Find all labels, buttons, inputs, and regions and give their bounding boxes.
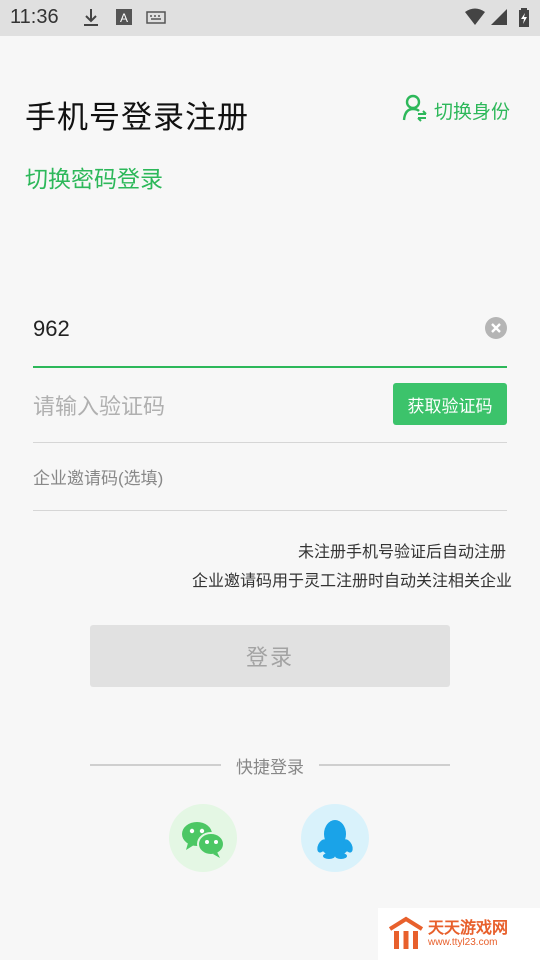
wifi-icon (464, 8, 486, 30)
auto-register-hint: 未注册手机号验证后自动注册 (297, 542, 506, 561)
watermark-logo-icon (388, 916, 424, 949)
phone-input[interactable] (33, 314, 453, 344)
status-time: 11:36 (10, 6, 59, 28)
page-title: 手机号登录注册 (25, 100, 249, 136)
wechat-login-button[interactable] (169, 804, 237, 872)
cell-signal-icon (490, 8, 508, 30)
battery-icon (518, 8, 530, 32)
quick-login-label: 快捷登录 (236, 758, 304, 778)
clear-input-button[interactable] (485, 317, 507, 339)
divider-right (319, 764, 450, 766)
keyboard-icon (146, 8, 166, 30)
close-icon (491, 323, 501, 333)
verification-code-field: 获取验证码 (33, 380, 507, 443)
qq-login-button[interactable] (301, 804, 369, 872)
status-bar: 11:36 A (0, 0, 540, 36)
verification-code-input[interactable] (33, 392, 373, 422)
divider-left (90, 764, 221, 766)
watermark-title: 天天游戏网 (428, 918, 509, 937)
invite-code-field (33, 450, 507, 511)
phone-field (33, 300, 507, 368)
login-button[interactable]: 登录 (90, 625, 450, 687)
switch-role-label: 切换身份 (434, 100, 511, 123)
download-icon (82, 8, 100, 32)
watermark: 天天游戏网 www.ttyl23.com (378, 908, 540, 960)
invite-code-input[interactable] (33, 466, 493, 492)
password-login-link[interactable]: 切换密码登录 (25, 160, 163, 194)
qq-icon (317, 820, 353, 859)
svg-text:A: A (120, 11, 128, 25)
get-code-button[interactable]: 获取验证码 (393, 383, 507, 425)
user-switch-icon (402, 94, 428, 126)
invite-code-hint: 企业邀请码用于灵工注册时自动关注相关企业 (191, 571, 512, 590)
switch-role-button[interactable]: 切换身份 (402, 94, 510, 126)
font-a-icon: A (116, 8, 132, 30)
wechat-icon (182, 822, 225, 858)
watermark-url: www.ttyl23.com (428, 937, 498, 948)
